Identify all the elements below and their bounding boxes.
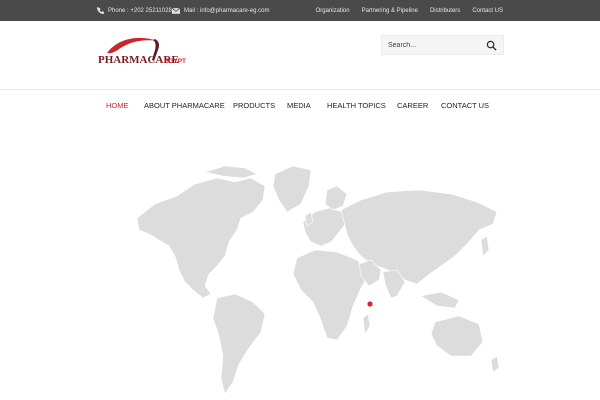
africa-landmass — [292, 249, 370, 341]
canadian-arctic-islands — [203, 165, 258, 179]
nav-about-pharmacare[interactable]: ABOUT PHARMACARE — [144, 101, 225, 110]
top-link-organization[interactable]: Organization — [316, 8, 350, 14]
phone-text: Phone : +202 25211028 — [108, 7, 172, 14]
pharmacare-logo[interactable]: PHARMACARE EGYPT — [97, 31, 197, 73]
search-box — [381, 35, 504, 55]
mail-contact: Mail : info@pharmacare-eg.com — [172, 0, 269, 21]
north-america-landmass — [136, 177, 266, 299]
nav-products[interactable]: PRODUCTS — [233, 101, 275, 110]
search-input[interactable] — [388, 39, 478, 51]
southeast-asia-islands — [420, 291, 460, 309]
search-icon[interactable] — [486, 40, 497, 51]
nav-health-topics[interactable]: HEALTH TOPICS — [327, 101, 386, 110]
greenland-landmass — [272, 165, 312, 213]
top-link-partnering-pipeline[interactable]: Partnering & Pipeline — [362, 8, 418, 14]
phone-icon — [97, 7, 104, 14]
top-link-distributers[interactable]: Distributers — [430, 8, 460, 14]
australia-landmass — [430, 315, 484, 357]
main-nav: HOME ABOUT PHARMACARE PRODUCTS MEDIA HEA… — [0, 90, 600, 120]
header: PHARMACARE EGYPT — [0, 21, 600, 89]
madagascar-landmass — [362, 313, 371, 335]
mail-text[interactable]: Mail : info@pharmacare-eg.com — [184, 8, 269, 14]
phone-contact: Phone : +202 25211028 — [97, 0, 172, 21]
top-link-contact-us[interactable]: Contact US — [472, 8, 503, 14]
top-links: Organization Partnering & Pipeline Distr… — [316, 0, 600, 21]
egypt-location-marker[interactable] — [367, 301, 373, 307]
new-zealand-landmass — [490, 355, 500, 373]
top-bar: Phone : +202 25211028 Mail : info@pharma… — [0, 0, 600, 21]
mail-icon — [172, 7, 180, 14]
world-map — [136, 165, 500, 395]
japan-landmass — [480, 235, 490, 257]
nav-career[interactable]: CAREER — [397, 101, 428, 110]
scandinavia-landmass — [324, 185, 348, 211]
nav-home[interactable]: HOME — [106, 101, 129, 110]
nav-media[interactable]: MEDIA — [287, 101, 311, 110]
nav-contact-us[interactable]: CONTACT US — [441, 101, 489, 110]
logo-suffix: EGYPT — [164, 58, 186, 65]
south-america-landmass — [212, 293, 266, 395]
